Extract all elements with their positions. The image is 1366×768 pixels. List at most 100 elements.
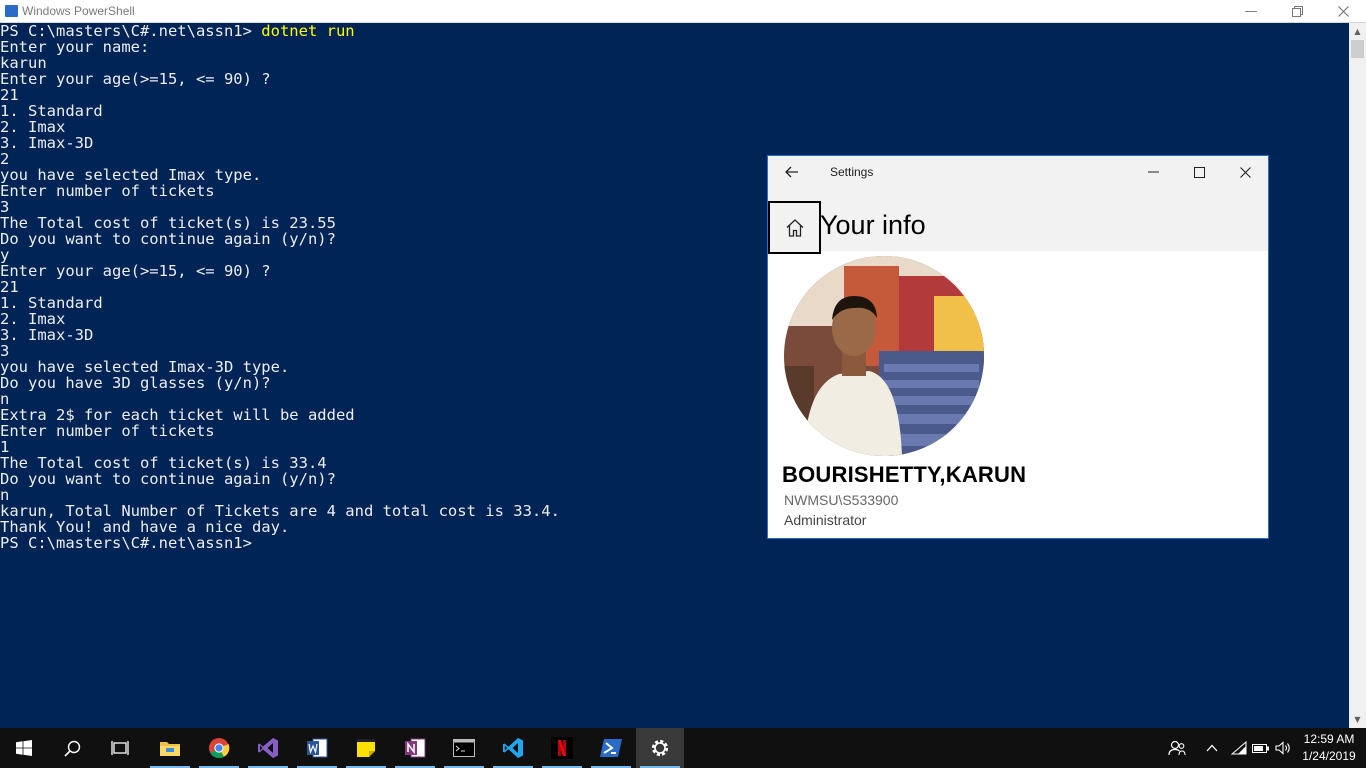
console-line: 3 (0, 342, 10, 360)
console-line: 3. Imax-3D (0, 326, 94, 344)
console-line: karun (0, 54, 47, 72)
start-button[interactable] (0, 728, 48, 768)
chevron-up-icon (1206, 744, 1218, 752)
minimize-icon: — (1244, 4, 1258, 19)
console-line: 2. Imax (0, 118, 66, 136)
console-line: Extra 2$ for each ticket will be added (0, 406, 355, 424)
volume-button[interactable] (1273, 728, 1295, 768)
scroll-up-icon[interactable]: ▲ (1349, 23, 1366, 40)
page-title: Your info (820, 210, 926, 240)
chrome-button[interactable] (195, 728, 243, 768)
console-line: 2 (0, 150, 10, 168)
console-output: PS C:\masters\C#.net\assn1> dotnet run En… (0, 23, 560, 551)
console-line: Do you have 3D glasses (y/n)? (0, 374, 271, 392)
onenote-icon (405, 738, 426, 758)
show-hidden-icons-button[interactable] (1200, 728, 1224, 768)
volume-icon (1275, 741, 1290, 755)
console-scrollbar[interactable]: ▲ ▼ (1349, 23, 1366, 728)
console-command: dotnet run (261, 23, 355, 40)
clock-time: 12:59 AM (1303, 732, 1355, 746)
wifi-icon (1231, 741, 1247, 755)
powershell-titlebar[interactable]: Windows PowerShell — (0, 0, 1366, 23)
powershell-button[interactable] (587, 728, 635, 768)
console-line: you have selected Imax type. (0, 166, 262, 184)
visual-studio-button[interactable] (244, 728, 292, 768)
vscode-icon (503, 738, 523, 758)
console-line: n (0, 486, 10, 504)
console-line: Enter number of tickets (0, 422, 215, 440)
console-line: Enter your age(>=15, <= 90) ? (0, 262, 271, 280)
console-line: Do you want to continue again (y/n)? (0, 230, 336, 248)
settings-window-title: Settings (830, 165, 874, 179)
restore-button[interactable] (1274, 0, 1320, 23)
console-line: 3 (0, 198, 10, 216)
profile-picture (784, 256, 984, 456)
console-line: The Total cost of ticket(s) is 23.55 (0, 214, 336, 232)
task-view-button[interactable] (96, 728, 144, 768)
file-explorer-button[interactable] (146, 728, 194, 768)
console-line: n (0, 390, 10, 408)
console-line: Enter your name: (0, 38, 150, 56)
console-line: 3. Imax-3D (0, 134, 94, 152)
console-line: PS C:\masters\C#.net\assn1> dotnet run (0, 23, 560, 39)
console-line: 2. Imax (0, 310, 66, 328)
settings-titlebar[interactable]: Settings (768, 156, 1268, 188)
battery-button[interactable] (1250, 728, 1272, 768)
console-line: 21 (0, 278, 19, 296)
settings-maximize-button[interactable] (1176, 156, 1222, 188)
scroll-down-icon[interactable]: ▼ (1349, 711, 1366, 728)
console-line: karun, Total Number of Tickets are 4 and… (0, 502, 560, 520)
console-line: 1. Standard (0, 102, 103, 120)
close-icon (1337, 6, 1349, 17)
home-button[interactable] (768, 201, 821, 254)
console-line: y (0, 246, 10, 264)
settings-close-button[interactable] (1222, 156, 1268, 188)
console-line: Enter your age(>=15, <= 90) ? (0, 70, 271, 88)
back-arrow-icon (785, 166, 798, 178)
vs-code-button[interactable] (489, 728, 537, 768)
netflix-icon (551, 737, 573, 759)
search-button[interactable] (48, 728, 96, 768)
search-icon (63, 740, 80, 757)
command-prompt-button[interactable] (440, 728, 488, 768)
word-icon (307, 738, 328, 758)
powershell-icon (600, 739, 622, 757)
minimize-button[interactable]: — (1228, 0, 1274, 23)
people-icon (1168, 740, 1186, 756)
sticky-notes-icon (357, 739, 375, 757)
system-clock[interactable]: 12:59 AM 1/24/2019 (1296, 731, 1362, 765)
chrome-icon (209, 738, 230, 759)
console-line: 1. Standard (0, 294, 103, 312)
console-line: The Total cost of ticket(s) is 33.4 (0, 454, 327, 472)
maximize-icon (1193, 166, 1205, 178)
netflix-button[interactable] (538, 728, 586, 768)
windows-logo-icon (16, 740, 32, 756)
user-display-name: BOURISHETTY,KARUN (782, 462, 1027, 487)
network-button[interactable] (1228, 728, 1250, 768)
onenote-button[interactable] (391, 728, 439, 768)
restore-icon (1291, 6, 1303, 17)
close-button[interactable] (1320, 0, 1366, 23)
close-icon (1239, 166, 1251, 178)
console-line: 21 (0, 86, 19, 104)
settings-minimize-button[interactable] (1130, 156, 1176, 188)
avatar (784, 256, 984, 456)
console-line: you have selected Imax-3D type. (0, 358, 290, 376)
sticky-notes-button[interactable] (342, 728, 390, 768)
visual-studio-icon (258, 738, 278, 758)
folder-icon (160, 742, 180, 756)
scrollbar-thumb[interactable] (1351, 40, 1364, 58)
clock-date: 1/24/2019 (1302, 749, 1356, 763)
settings-window[interactable]: Settings Your info BOURISHETTY,KARUN NWM… (767, 155, 1269, 539)
console-line: Enter number of tickets (0, 182, 215, 200)
console-line: 1 (0, 438, 10, 456)
settings-header: Your info (768, 188, 1268, 254)
back-button[interactable] (776, 160, 808, 184)
word-button[interactable] (293, 728, 341, 768)
taskbar: 12:59 AM 1/24/2019 (0, 728, 1366, 768)
task-view-icon (111, 741, 129, 755)
powershell-icon (5, 5, 18, 17)
console-line: PS C:\masters\C#.net\assn1> (0, 534, 252, 552)
settings-button[interactable] (636, 728, 684, 768)
people-button[interactable] (1163, 728, 1191, 768)
